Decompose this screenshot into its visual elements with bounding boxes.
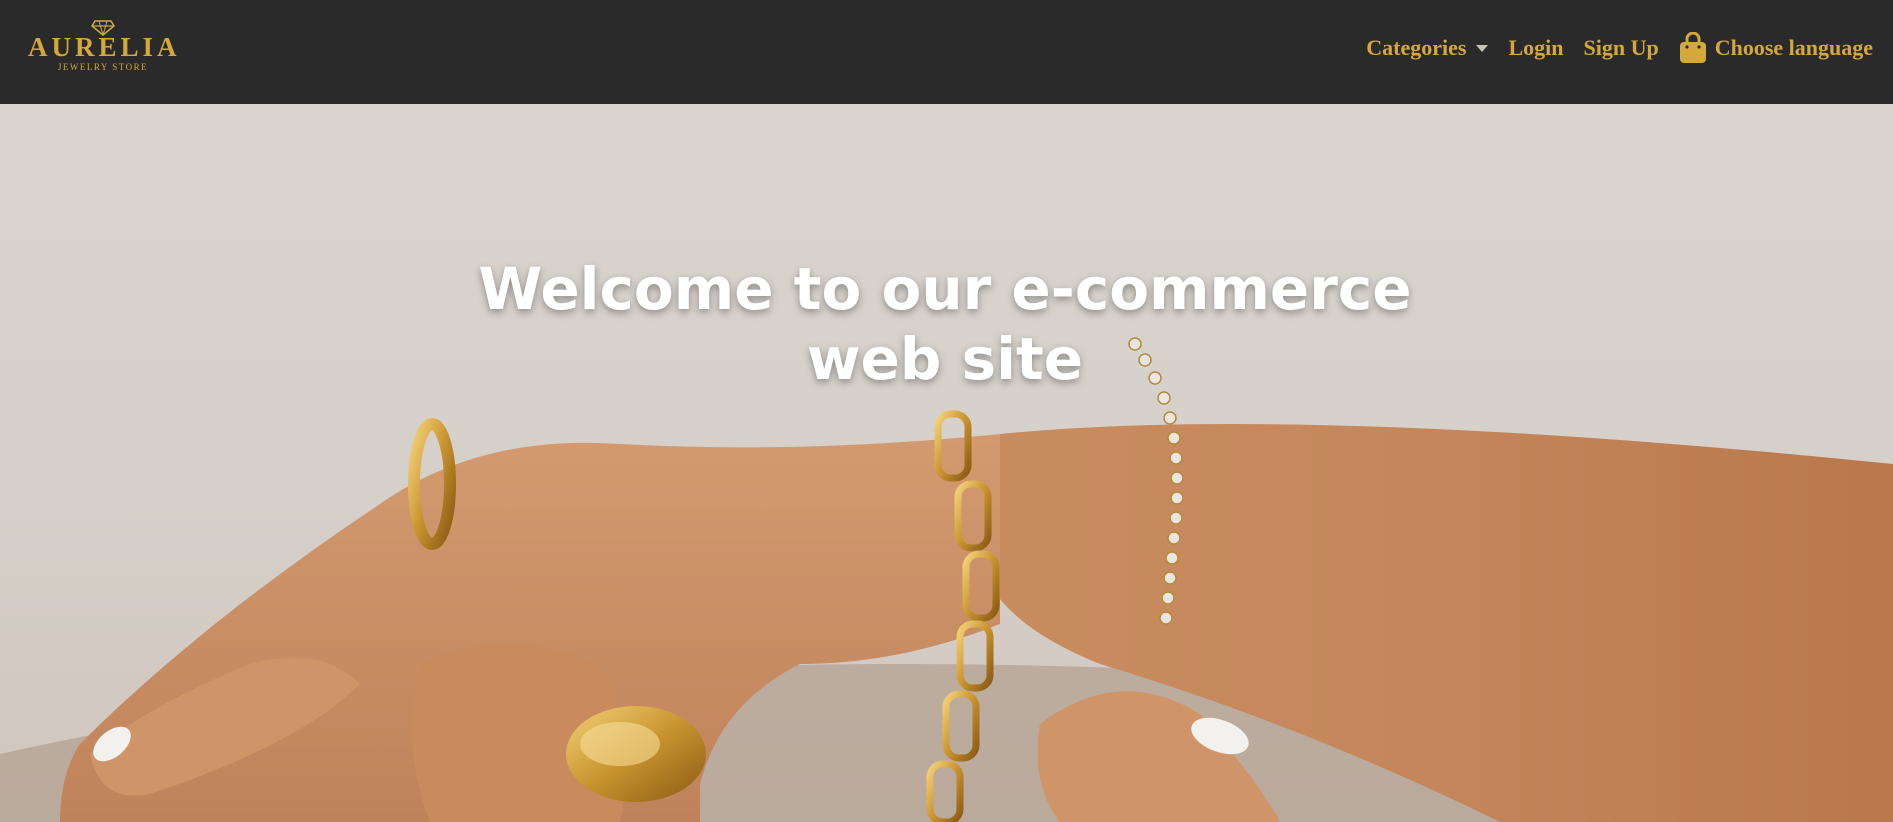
navbar: AURELIA JEWELRY STORE Categories Login S… xyxy=(0,0,1893,104)
categories-label: Categories xyxy=(1366,35,1467,60)
brand-subtitle: JEWELRY STORE xyxy=(57,62,149,72)
choose-language-link[interactable]: Choose language xyxy=(1679,32,1873,64)
hero-banner: Welcome to our e-commerce web site xyxy=(0,104,1893,822)
shopping-bag-icon xyxy=(1679,32,1706,63)
login-link[interactable]: Login xyxy=(1508,35,1563,61)
categories-dropdown[interactable]: Categories xyxy=(1366,35,1489,61)
choose-language-label: Choose language xyxy=(1714,35,1873,60)
hero-background-image xyxy=(0,337,1893,822)
brand-name: AURELIA xyxy=(28,32,181,62)
nav-links: Categories Login Sign Up Choose language xyxy=(1366,30,1873,66)
hero-title: Welcome to our e-commerce web site xyxy=(478,255,1412,393)
brand-logo[interactable]: AURELIA JEWELRY STORE xyxy=(28,20,178,76)
caret-down-icon xyxy=(1476,44,1489,52)
signup-link[interactable]: Sign Up xyxy=(1583,35,1658,61)
